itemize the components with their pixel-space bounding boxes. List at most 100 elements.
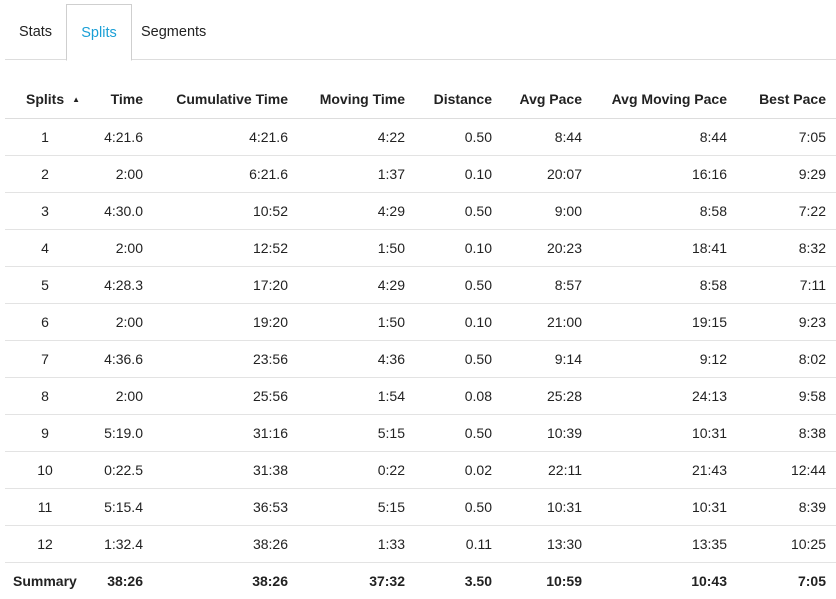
tab-segments[interactable]: Segments	[141, 4, 206, 60]
best-pace-cell: 8:38	[737, 415, 836, 452]
table-row: 34:30.010:524:290.509:008:587:22	[5, 193, 836, 230]
moving-time-cell: 5:15	[298, 489, 415, 526]
avg-moving-pace-cell: 18:41	[592, 230, 737, 267]
cumulative-time-cell: 25:56	[153, 378, 298, 415]
best-pace-cell: 8:02	[737, 341, 836, 378]
split-number-cell: 12	[5, 526, 85, 563]
summary-moving-time: 37:32	[298, 563, 415, 599]
column-header-moving-time[interactable]: Moving Time	[298, 80, 415, 119]
avg-moving-pace-cell: 10:31	[592, 415, 737, 452]
split-number-cell: 5	[5, 267, 85, 304]
sort-ascending-icon[interactable]: ▲	[72, 95, 80, 104]
split-number-cell: 4	[5, 230, 85, 267]
split-number-cell: 6	[5, 304, 85, 341]
avg-moving-pace-cell: 8:58	[592, 267, 737, 304]
avg-moving-pace-cell: 10:31	[592, 489, 737, 526]
best-pace-cell: 8:32	[737, 230, 836, 267]
distance-cell: 0.10	[415, 156, 502, 193]
best-pace-cell: 7:22	[737, 193, 836, 230]
table-row: 95:19.031:165:150.5010:3910:318:38	[5, 415, 836, 452]
avg-moving-pace-cell: 16:16	[592, 156, 737, 193]
avg-pace-cell: 21:00	[502, 304, 592, 341]
distance-cell: 0.10	[415, 304, 502, 341]
cumulative-time-cell: 36:53	[153, 489, 298, 526]
summary-avg-pace: 10:59	[502, 563, 592, 599]
tab-stats[interactable]: Stats	[19, 4, 52, 60]
best-pace-cell: 9:58	[737, 378, 836, 415]
cumulative-time-cell: 19:20	[153, 304, 298, 341]
time-cell: 0:22.5	[85, 452, 153, 489]
time-cell: 2:00	[85, 230, 153, 267]
best-pace-cell: 9:23	[737, 304, 836, 341]
summary-distance: 3.50	[415, 563, 502, 599]
column-header-avg-pace[interactable]: Avg Pace	[502, 80, 592, 119]
moving-time-cell: 1:50	[298, 230, 415, 267]
moving-time-cell: 4:29	[298, 193, 415, 230]
best-pace-cell: 12:44	[737, 452, 836, 489]
avg-pace-cell: 25:28	[502, 378, 592, 415]
cumulative-time-cell: 17:20	[153, 267, 298, 304]
column-header-best-pace[interactable]: Best Pace	[737, 80, 836, 119]
table-row: 22:006:21.61:370.1020:0716:169:29	[5, 156, 836, 193]
avg-moving-pace-cell: 8:44	[592, 119, 737, 156]
time-cell: 4:21.6	[85, 119, 153, 156]
best-pace-cell: 10:25	[737, 526, 836, 563]
cumulative-time-cell: 10:52	[153, 193, 298, 230]
column-header-time[interactable]: Time	[85, 80, 153, 119]
split-number-cell: 11	[5, 489, 85, 526]
table-row: 62:0019:201:500.1021:0019:159:23	[5, 304, 836, 341]
avg-moving-pace-cell: 9:12	[592, 341, 737, 378]
summary-avg-moving-pace: 10:43	[592, 563, 737, 599]
distance-cell: 0.50	[415, 415, 502, 452]
avg-pace-cell: 9:00	[502, 193, 592, 230]
avg-pace-cell: 10:39	[502, 415, 592, 452]
moving-time-cell: 4:29	[298, 267, 415, 304]
column-header-splits[interactable]: Splits▲	[5, 80, 85, 119]
best-pace-cell: 9:29	[737, 156, 836, 193]
distance-cell: 0.50	[415, 267, 502, 304]
avg-moving-pace-cell: 24:13	[592, 378, 737, 415]
moving-time-cell: 1:50	[298, 304, 415, 341]
distance-cell: 0.50	[415, 341, 502, 378]
tab-splits[interactable]: Splits	[66, 4, 132, 61]
table-row: 121:32.438:261:330.1113:3013:3510:25	[5, 526, 836, 563]
avg-pace-cell: 13:30	[502, 526, 592, 563]
split-number-cell: 8	[5, 378, 85, 415]
time-cell: 2:00	[85, 378, 153, 415]
best-pace-cell: 7:11	[737, 267, 836, 304]
column-header-distance[interactable]: Distance	[415, 80, 502, 119]
distance-cell: 0.10	[415, 230, 502, 267]
table-row: 82:0025:561:540.0825:2824:139:58	[5, 378, 836, 415]
time-cell: 4:28.3	[85, 267, 153, 304]
moving-time-cell: 0:22	[298, 452, 415, 489]
split-number-cell: 10	[5, 452, 85, 489]
moving-time-cell: 1:33	[298, 526, 415, 563]
distance-cell: 0.11	[415, 526, 502, 563]
avg-pace-cell: 20:07	[502, 156, 592, 193]
cumulative-time-cell: 38:26	[153, 526, 298, 563]
split-number-cell: 3	[5, 193, 85, 230]
summary-label: Summary	[5, 563, 85, 599]
cumulative-time-cell: 12:52	[153, 230, 298, 267]
split-number-cell: 1	[5, 119, 85, 156]
table-row: 14:21.64:21.64:220.508:448:447:05	[5, 119, 836, 156]
moving-time-cell: 1:37	[298, 156, 415, 193]
table-row: 100:22.531:380:220.0222:1121:4312:44	[5, 452, 836, 489]
table-row: 115:15.436:535:150.5010:3110:318:39	[5, 489, 836, 526]
avg-pace-cell: 20:23	[502, 230, 592, 267]
cumulative-time-cell: 23:56	[153, 341, 298, 378]
summary-best-pace: 7:05	[737, 563, 836, 599]
table-header-row: Splits▲ Time Cumulative Time Moving Time…	[5, 80, 836, 119]
distance-cell: 0.50	[415, 193, 502, 230]
time-cell: 4:30.0	[85, 193, 153, 230]
moving-time-cell: 4:36	[298, 341, 415, 378]
best-pace-cell: 7:05	[737, 119, 836, 156]
split-number-cell: 9	[5, 415, 85, 452]
table-row: 74:36.623:564:360.509:149:128:02	[5, 341, 836, 378]
column-header-cumulative-time[interactable]: Cumulative Time	[153, 80, 298, 119]
time-cell: 5:19.0	[85, 415, 153, 452]
moving-time-cell: 4:22	[298, 119, 415, 156]
cumulative-time-cell: 6:21.6	[153, 156, 298, 193]
best-pace-cell: 8:39	[737, 489, 836, 526]
column-header-avg-moving-pace[interactable]: Avg Moving Pace	[592, 80, 737, 119]
